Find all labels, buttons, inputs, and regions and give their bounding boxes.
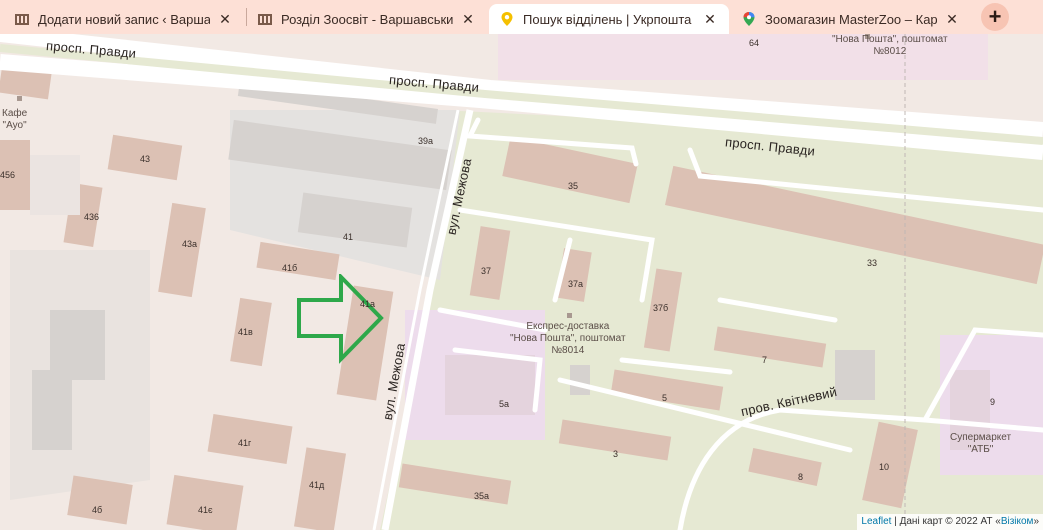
house-number: 33 <box>867 258 878 268</box>
close-icon[interactable]: ✕ <box>459 10 477 28</box>
poi-label-line: Кафе <box>2 108 28 119</box>
poi-label-line: Супермаркет <box>950 432 1012 443</box>
house-number: 436 <box>84 212 100 222</box>
house-number: 35 <box>568 181 579 191</box>
poi-label-nova-poshta-8014: Експрес-доставка "Нова Пошта", поштомат №8… <box>510 321 626 357</box>
tab-title: Розділ Зоосвіт - Варшавський к <box>281 11 453 27</box>
house-number: 41є <box>198 505 213 515</box>
attribution-end: » <box>1033 516 1039 527</box>
house-number: 37 <box>481 266 492 276</box>
poi-label-line: "Ауо" <box>2 120 27 131</box>
house-number: 3 <box>613 449 619 459</box>
poi-label-line: Експрес-доставка <box>526 321 610 332</box>
building-icon <box>257 11 273 27</box>
maps-pin-icon <box>741 11 757 27</box>
house-number: 41а <box>360 299 376 309</box>
house-number: 5 <box>662 393 668 403</box>
poi-label-line: "АТБ" <box>967 444 994 455</box>
tab-title: Додати новий запис ‹ Варшавсь <box>38 11 210 27</box>
house-number: 35а <box>474 491 490 501</box>
tab-title: Зоомагазин MasterZoo – Карти <box>765 11 937 27</box>
house-number: 4б <box>92 505 103 515</box>
tab-zoosvit-section[interactable]: Розділ Зоосвіт - Варшавський к ✕ <box>247 4 487 34</box>
close-icon[interactable]: ✕ <box>943 10 961 28</box>
house-number: 37б <box>653 303 669 313</box>
close-icon[interactable]: ✕ <box>216 10 234 28</box>
house-number: 41д <box>309 480 325 490</box>
leaflet-link[interactable]: Leaflet <box>861 516 891 527</box>
location-pin-icon <box>499 11 515 27</box>
map-tiles <box>0 34 1043 530</box>
house-number: 8 <box>798 472 804 482</box>
poi-label-cafe: Кафе "Ауо" <box>2 108 27 132</box>
attribution-text: | Дані карт © 2022 АТ « <box>891 516 1001 527</box>
close-icon[interactable]: ✕ <box>701 10 719 28</box>
house-number: 39а <box>418 136 434 146</box>
tab-ukrposhta-search[interactable]: Пошук відділень | Укрпошта ✕ <box>489 4 729 34</box>
house-number: 43 <box>140 154 151 164</box>
house-number: 43а <box>182 239 198 249</box>
building-icon <box>14 11 30 27</box>
house-number: 64 <box>749 38 760 48</box>
house-number: 10 <box>879 462 890 472</box>
house-number: 5а <box>499 399 510 409</box>
house-number: 41 <box>343 232 354 242</box>
house-number: 41в <box>238 327 253 337</box>
map-attribution: Leaflet | Дані карт © 2022 АТ «Візіком» <box>857 514 1043 530</box>
visicom-link[interactable]: Візіком <box>1001 516 1034 527</box>
house-number: 41б <box>282 263 298 273</box>
house-number: 9 <box>990 397 996 407</box>
house-number: 7 <box>762 355 768 365</box>
house-number: 37а <box>568 279 584 289</box>
tab-add-post[interactable]: Додати новий запис ‹ Варшавсь ✕ <box>4 4 244 34</box>
map-canvas[interactable]: просп. Правди просп. Правди просп. Правд… <box>0 34 1043 530</box>
house-number: 41г <box>238 438 252 448</box>
poi-label-atb: Супермаркет "АТБ" <box>950 432 1011 456</box>
tab-masterzoo-maps[interactable]: Зоомагазин MasterZoo – Карти ✕ <box>731 4 971 34</box>
poi-label-nova-poshta-8012: "Нова Пошта", поштомат №8012 <box>832 34 948 58</box>
house-number: 456 <box>0 170 16 180</box>
poi-label-line: "Нова Пошта", поштомат <box>510 333 626 344</box>
poi-label-line: "Нова Пошта", поштомат <box>832 34 948 45</box>
browser-tab-bar: Додати новий запис ‹ Варшавсь ✕ Розділ З… <box>0 0 1043 34</box>
new-tab-button[interactable]: + <box>981 3 1009 31</box>
poi-label-line: №8012 <box>873 46 907 57</box>
tab-title: Пошук відділень | Укрпошта <box>523 11 692 27</box>
poi-label-line: №8014 <box>551 345 585 356</box>
